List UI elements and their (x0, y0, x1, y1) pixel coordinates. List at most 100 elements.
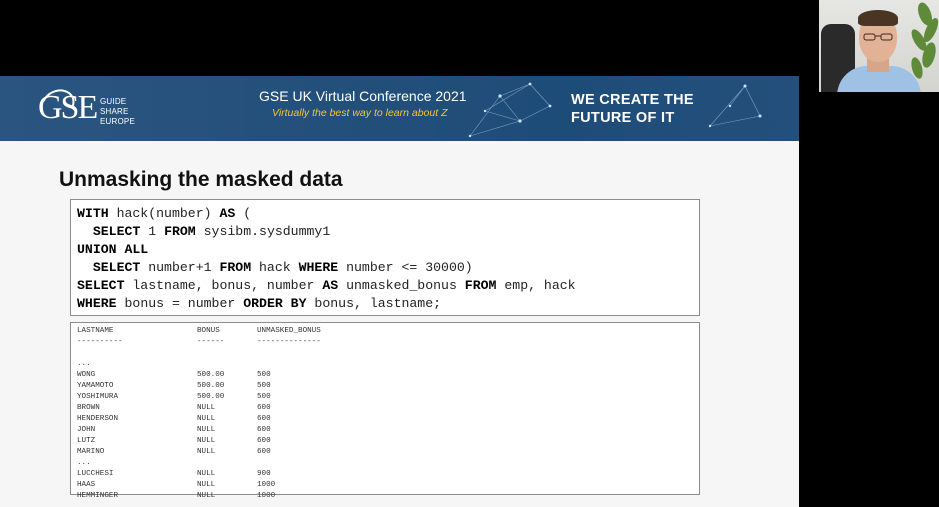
table-row: WONG 500.00 500 (77, 370, 699, 381)
table-row: LUCCHESI NULL 900 (77, 469, 699, 480)
separator-bonus: ------ (197, 338, 225, 346)
cell-unmasked-bonus: 500 (257, 382, 271, 390)
cell-lastname: LUCCHESI (77, 470, 114, 478)
sql-text: sysibm.sysdummy1 (195, 224, 331, 239)
sql-text: number <= 30000) (338, 260, 473, 275)
sql-line: SELECT lastname, bonus, number AS unmask… (77, 277, 699, 295)
sql-keyword: AS (219, 206, 236, 221)
sql-line: SELECT 1 FROM sysibm.sysdummy1 (77, 223, 699, 241)
cell-lastname: YAMAMOTO (77, 382, 114, 390)
table-row: HEMMINGER NULL 1000 (77, 491, 699, 502)
sql-keyword: WITH (77, 206, 109, 221)
gse-logo: GSE GUIDE SHARE EUROPE (36, 84, 158, 134)
logo-word-guide: GUIDE (100, 97, 127, 106)
logo-word-europe: EUROPE (100, 117, 135, 126)
conference-subtitle: Virtually the best way to learn about Z (272, 107, 448, 119)
tagline-line-2: FUTURE OF IT (571, 110, 675, 126)
sql-keyword: SELECT (92, 260, 141, 275)
table-row: YAMAMOTO 500.00 500 (77, 381, 699, 392)
cell-lastname: YOSHIMURA (77, 393, 119, 401)
cell-lastname: JOHN (77, 426, 96, 434)
network-graphic-icon (468, 82, 552, 138)
table-row: BROWN NULL 600 (77, 403, 699, 414)
cell-lastname: MARINO (77, 448, 105, 456)
slide-title: Unmasking the masked data (59, 168, 343, 191)
query-result-box: LASTNAME BONUS UNMASKED_BONUS ----------… (70, 322, 700, 500)
result-separator-row: ---------- ------ -------------- (77, 337, 699, 348)
sql-keyword: AS (322, 278, 339, 293)
sql-keyword: UNION ALL (77, 242, 149, 257)
table-row: JOHN NULL 600 (77, 425, 699, 436)
table-row: LUTZ NULL 600 (77, 436, 699, 447)
table-row (77, 348, 699, 359)
cell-unmasked-bonus: 1000 (257, 492, 276, 500)
sql-text: bonus = number (116, 296, 244, 311)
sql-text: lastname, bonus, number (124, 278, 323, 293)
tagline-line-1: WE CREATE THE (571, 92, 694, 108)
sql-keyword: ORDER BY (243, 296, 307, 311)
sql-text: bonus, lastname; (306, 296, 442, 311)
cell-lastname: HEMMINGER (77, 492, 119, 500)
conference-title: GSE UK Virtual Conference 2021 (259, 88, 467, 104)
glasses-icon (863, 33, 893, 41)
separator-unmasked-bonus: -------------- (257, 338, 321, 346)
cell-bonus: NULL (197, 415, 216, 423)
sql-text: ( (235, 206, 252, 221)
sql-text: unmasked_bonus (338, 278, 465, 293)
sql-line: UNION ALL (77, 241, 699, 259)
cell-bonus: 500.00 (197, 371, 225, 379)
table-row: YOSHIMURA 500.00 500 (77, 392, 699, 403)
sql-text: hack (251, 260, 299, 275)
sql-keyword: SELECT (92, 224, 141, 239)
table-row: HAAS NULL 1000 (77, 480, 699, 491)
table-row: ... (77, 458, 699, 469)
cell-unmasked-bonus: 900 (257, 470, 271, 478)
column-header-bonus: BONUS (197, 327, 220, 335)
cell-bonus: NULL (197, 492, 216, 500)
cell-unmasked-bonus: 500 (257, 371, 271, 379)
table-row: MARINO NULL 600 (77, 447, 699, 458)
logo-letters: GSE (38, 89, 98, 126)
sql-line: WHERE bonus = number ORDER BY bonus, las… (77, 295, 699, 313)
cell-unmasked-bonus: 600 (257, 404, 271, 412)
sql-line: WITH hack(number) AS ( (77, 205, 699, 223)
cell-lastname: WONG (77, 371, 96, 379)
cell-bonus: NULL (197, 426, 216, 434)
cell-bonus: 500.00 (197, 393, 225, 401)
sql-keyword: FROM (164, 224, 196, 239)
cell-bonus: NULL (197, 404, 216, 412)
result-rows: ... WONG 500.00 500 YAMAMOTO 500.00 500 YOSHIMU… (77, 348, 699, 502)
sql-text: 1 (140, 224, 165, 239)
cell-bonus: 500.00 (197, 382, 225, 390)
cell-unmasked-bonus: 600 (257, 437, 271, 445)
sql-text: emp, hack (496, 278, 576, 293)
sql-keyword: WHERE (77, 296, 117, 311)
cell-lastname: BROWN (77, 404, 100, 412)
conference-banner: GSE GUIDE SHARE EUROPE GSE UK Virtual Co… (0, 76, 799, 141)
cell-lastname: ... (77, 459, 91, 467)
sql-keyword: FROM (464, 278, 497, 293)
sql-text: hack(number) (108, 206, 220, 221)
sql-text: number+1 (140, 260, 220, 275)
sql-keyword: SELECT (77, 278, 125, 293)
cell-unmasked-bonus: 600 (257, 448, 271, 456)
cell-unmasked-bonus: 600 (257, 426, 271, 434)
logo-words: GUIDE SHARE EUROPE (100, 97, 135, 127)
cell-unmasked-bonus: 1000 (257, 481, 276, 489)
table-row: ... (77, 359, 699, 370)
cell-bonus: NULL (197, 470, 216, 478)
sql-code-box: WITH hack(number) AS ( SELECT 1 FROM sys… (70, 199, 700, 316)
cell-bonus: NULL (197, 448, 216, 456)
column-header-unmasked-bonus: UNMASKED_BONUS (257, 327, 321, 335)
cell-lastname: LUTZ (77, 437, 96, 445)
conference-tagline: WE CREATE THE FUTURE OF IT (571, 91, 694, 127)
cell-bonus: NULL (197, 481, 216, 489)
sql-keyword: FROM (219, 260, 252, 275)
sql-line: SELECT number+1 FROM hack WHERE number <… (77, 259, 699, 277)
table-row: HENDERSON NULL 600 (77, 414, 699, 425)
cell-unmasked-bonus: 600 (257, 415, 271, 423)
logo-word-share: SHARE (100, 107, 129, 116)
cell-lastname: HENDERSON (77, 415, 119, 423)
